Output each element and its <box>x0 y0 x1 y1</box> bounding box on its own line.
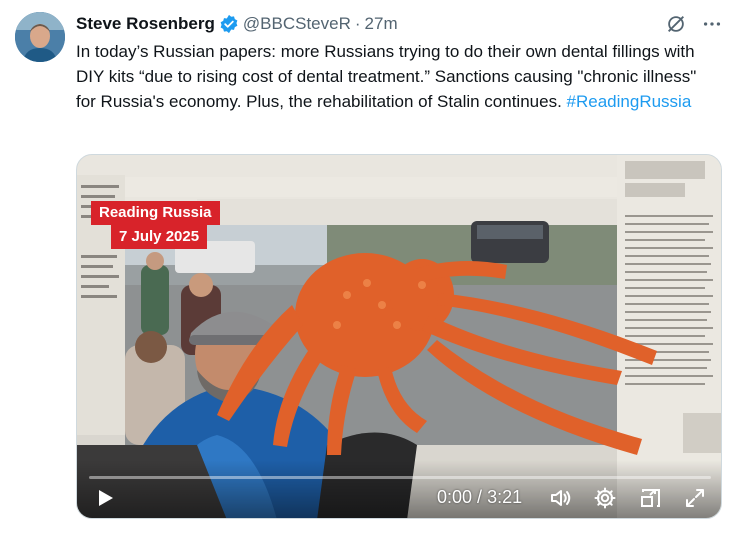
reading-russia-badge: Reading Russia 7 July 2025 <box>91 201 220 249</box>
timestamp[interactable]: 27m <box>365 14 398 34</box>
time-readout: 0:00 / 3:21 <box>437 487 522 508</box>
play-icon[interactable] <box>93 486 117 510</box>
fullscreen-icon[interactable] <box>683 486 707 510</box>
author-handle[interactable]: @BBCSteveR <box>243 14 351 34</box>
verified-badge-icon[interactable] <box>219 14 239 34</box>
video-player[interactable]: Reading Russia 7 July 2025 0:00 / 3:21 <box>76 154 722 519</box>
volume-icon[interactable] <box>549 486 573 510</box>
author-name[interactable]: Steve Rosenberg <box>76 14 215 34</box>
time-separator: / <box>472 487 488 507</box>
current-time: 0:00 <box>437 487 473 507</box>
more-options-icon[interactable] <box>700 12 724 36</box>
badge-title: Reading Russia <box>91 201 220 225</box>
picture-in-picture-icon[interactable] <box>639 486 663 510</box>
video-controls: 0:00 / 3:21 <box>77 460 721 518</box>
badge-date: 7 July 2025 <box>111 225 208 249</box>
tweet: Steve Rosenberg @BBCSteveR · 27m In toda… <box>0 0 751 537</box>
avatar[interactable] <box>15 12 65 62</box>
separator-dot: · <box>354 14 361 33</box>
progress-bar[interactable] <box>89 476 711 479</box>
tweet-header: Steve Rosenberg @BBCSteveR · 27m <box>76 12 398 36</box>
hashtag-link[interactable]: #ReadingRussia <box>567 92 692 111</box>
duration: 3:21 <box>487 487 523 507</box>
grok-icon[interactable] <box>664 12 688 36</box>
tweet-text: In today’s Russian papers: more Russians… <box>76 39 716 114</box>
settings-icon[interactable] <box>593 486 617 510</box>
